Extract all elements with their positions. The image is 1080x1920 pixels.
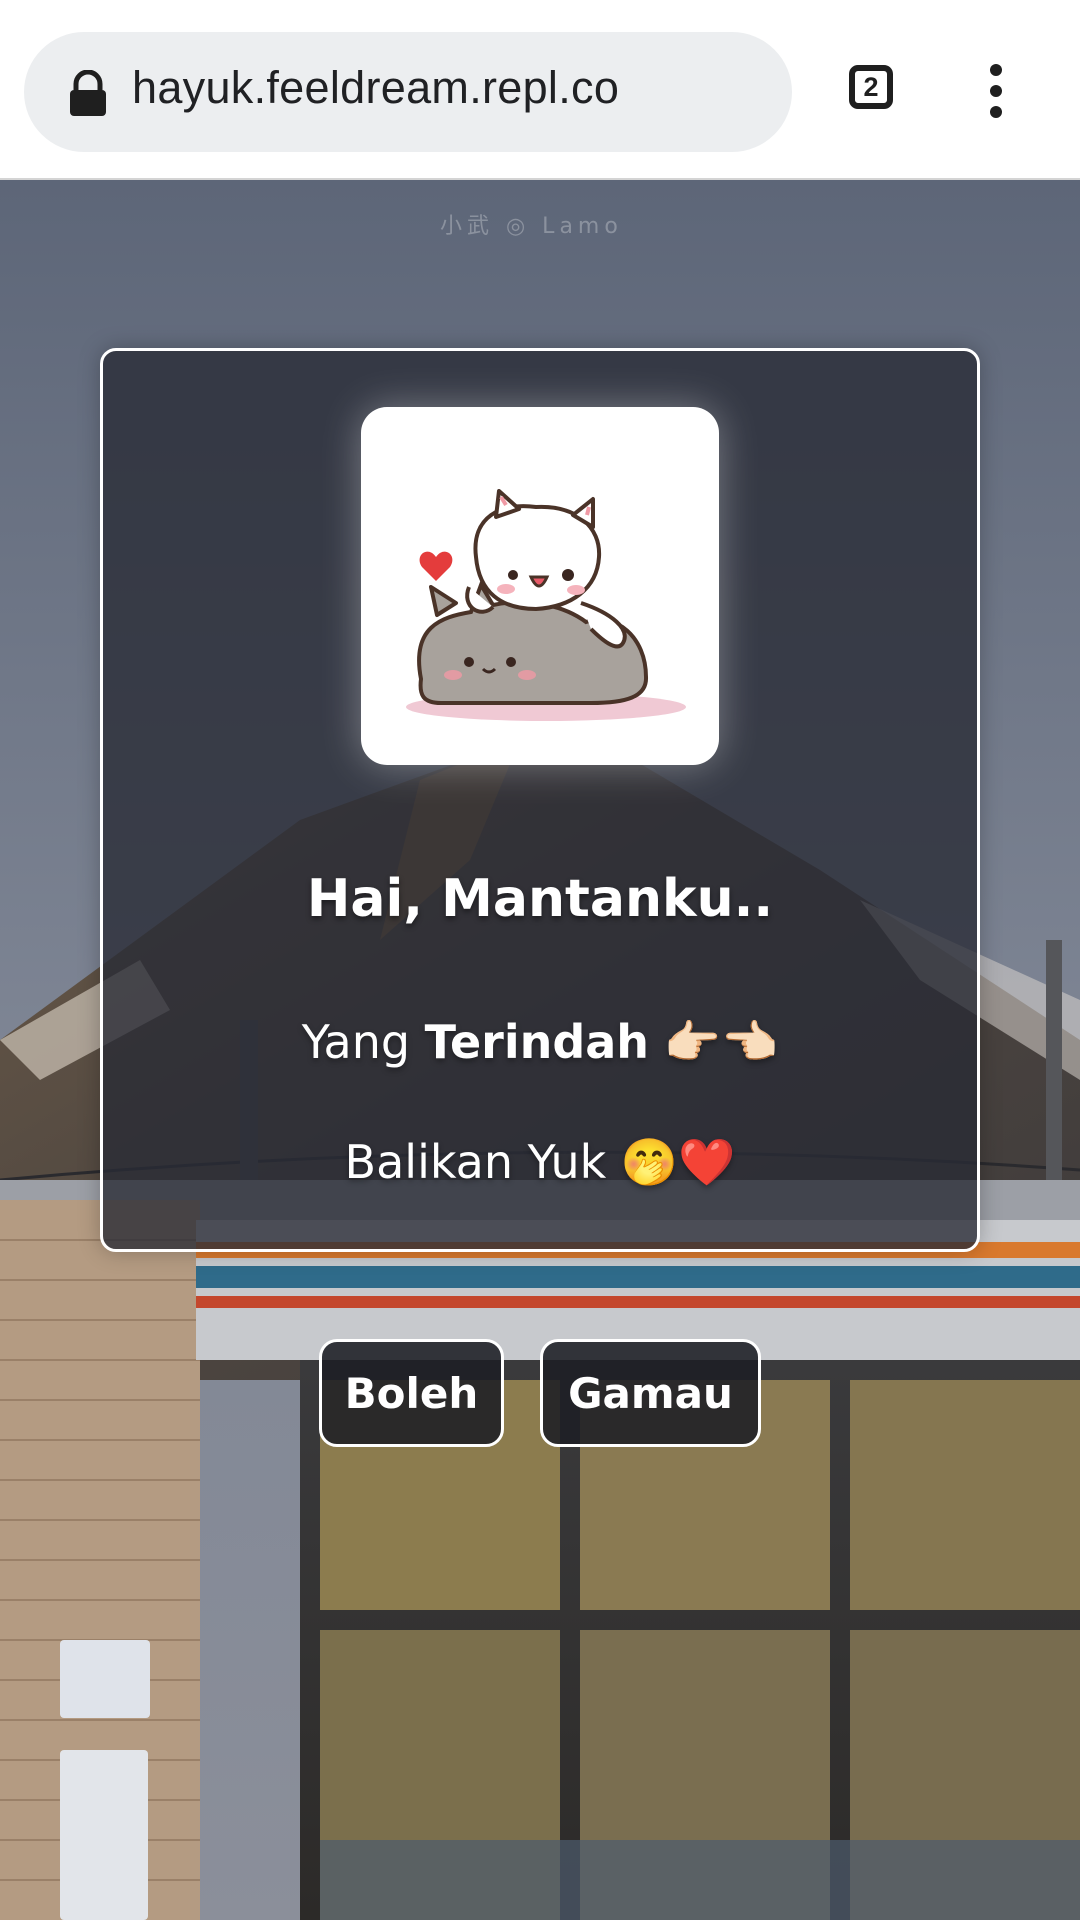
yes-button[interactable]: Boleh [319, 1339, 504, 1447]
card-title: Hai, Mantanku.. [306, 869, 774, 929]
no-button[interactable]: Gamau [540, 1339, 761, 1447]
tab-switcher-button[interactable]: 2 [849, 65, 893, 109]
address-bar[interactable]: hayuk.feeldream.repl.co [24, 32, 792, 152]
subtitle-emoji: 👉🏻👈🏻 [649, 1015, 779, 1069]
browser-toolbar: hayuk.feeldream.repl.co 2 [0, 0, 1080, 180]
cat-sticker-image [361, 407, 719, 765]
kebab-menu-icon[interactable] [984, 64, 1008, 120]
two-cats-hugging-illustration [406, 489, 686, 721]
subtitle-bold: Terindah [424, 1015, 650, 1069]
card-subtitle: Yang Terindah 👉🏻👈🏻 [103, 1015, 977, 1070]
lock-icon [70, 70, 106, 116]
card-message: Balikan Yuk 🤭❤️ [344, 1135, 736, 1189]
photo-watermark: 小武 ◎ Lamo [440, 214, 623, 239]
subtitle-prefix: Yang [301, 1015, 425, 1069]
url-text[interactable]: hayuk.feeldream.repl.co [132, 62, 619, 114]
message-card: Hai, Mantanku.. Yang Terindah 👉🏻👈🏻 Balik… [100, 348, 980, 1252]
